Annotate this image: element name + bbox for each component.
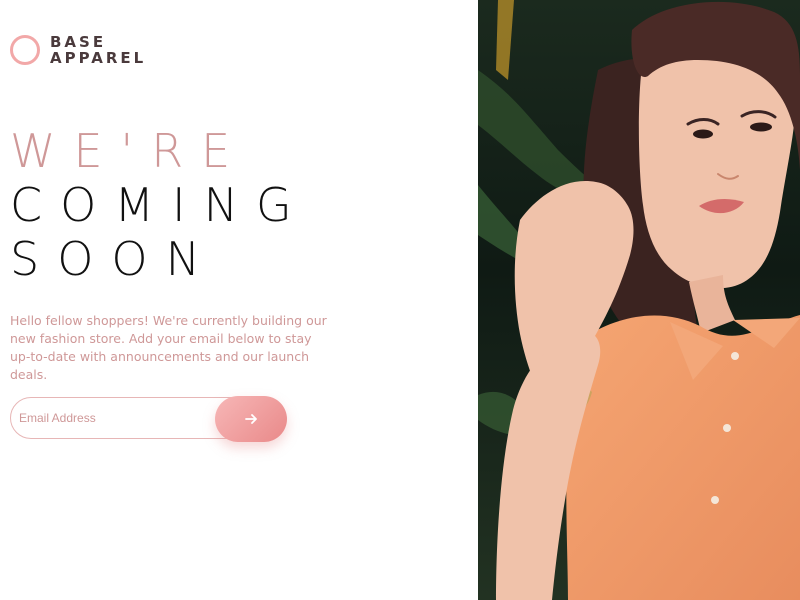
email-signup-form	[10, 396, 287, 442]
headline-accent: WE'RE	[10, 124, 249, 178]
intro-description: Hello fellow shoppers! We're currently b…	[10, 313, 327, 382]
brand-circle-icon	[10, 35, 40, 65]
shirt-button	[731, 352, 739, 360]
arrow-right-icon	[245, 414, 257, 424]
headline-line-3: SOON	[10, 232, 219, 286]
model-portrait-illustration	[478, 0, 800, 600]
eye-shape	[693, 129, 713, 139]
headline-line-2: COMING	[10, 178, 310, 232]
brand-logo[interactable]: BASE APPAREL	[10, 34, 146, 66]
submit-email-button[interactable]	[215, 396, 287, 442]
eye-shape	[750, 122, 772, 132]
brand-wordmark: BASE APPAREL	[50, 34, 146, 66]
content-panel: BASE APPAREL WE'RE COMING SOON Hello fel…	[0, 0, 478, 600]
brand-line-2: APPAREL	[50, 49, 147, 67]
shirt-button	[723, 424, 731, 432]
hero-headline: WE'RE COMING SOON	[10, 124, 310, 286]
landing-page: BASE APPAREL WE'RE COMING SOON Hello fel…	[0, 0, 800, 600]
orange-shirt	[566, 315, 800, 600]
hero-image	[478, 0, 800, 600]
brand-line-1: BASE	[50, 33, 107, 51]
shirt-button	[711, 496, 719, 504]
